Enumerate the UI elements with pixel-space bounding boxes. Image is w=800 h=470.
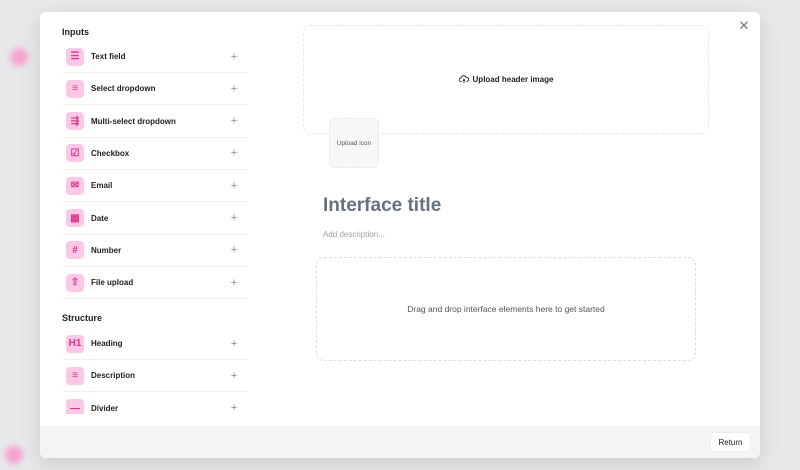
upload-icon: ⇧ <box>66 273 84 292</box>
list-arrow-icon: ⇶ <box>66 112 84 131</box>
plus-icon[interactable]: + <box>228 115 240 127</box>
calendar-icon: ▦ <box>66 209 84 227</box>
list-check-icon: ≡ <box>66 79 84 98</box>
element-label: Checkbox <box>91 148 130 158</box>
plus-icon[interactable]: + <box>228 83 240 95</box>
text-lines-icon: ☰ <box>66 47 84 66</box>
plus-icon[interactable]: + <box>228 277 240 289</box>
mail-icon: ✉ <box>66 176 84 195</box>
structure-heading: Structure <box>62 313 103 323</box>
heading-icon: H1 <box>66 334 84 353</box>
element-label: Multi-select dropdown <box>91 116 176 126</box>
interface-title-input[interactable]: Interface title <box>323 195 441 217</box>
plus-icon[interactable]: + <box>228 338 240 350</box>
plus-icon[interactable]: + <box>228 370 240 382</box>
element-label: Number <box>91 245 122 255</box>
modal-footer: Return <box>40 426 760 458</box>
element-item-file-upload[interactable]: ⇧ File upload + <box>62 267 248 300</box>
elements-panel[interactable]: Inputs ☰ Text field + ≡ Select dropdown + ⇶ Mul… <box>62 12 248 414</box>
element-item-divider[interactable]: — Divider + <box>62 393 248 414</box>
element-label: Text field <box>91 52 126 61</box>
element-item-number[interactable]: # Number + <box>62 235 248 267</box>
element-label: Divider <box>91 403 119 413</box>
interface-builder-modal: ✕ Inputs ☰ Text field + ≡ Select dropdown + ⇶ M… <box>40 12 760 458</box>
plus-icon[interactable]: + <box>228 212 240 224</box>
element-item-email[interactable]: ✉ Email + <box>62 170 248 203</box>
close-icon[interactable]: ✕ <box>736 18 752 34</box>
description-input[interactable]: Add description... <box>323 230 385 239</box>
plus-icon[interactable]: + <box>228 147 240 159</box>
upload-header-label: Upload header image <box>472 75 554 84</box>
element-label: Description <box>91 371 136 381</box>
plus-icon[interactable]: + <box>228 402 240 414</box>
upload-icon-label: Upload icon <box>336 139 372 147</box>
element-item-checkbox[interactable]: ☑ Checkbox + <box>62 138 248 170</box>
checkbox-icon: ☑ <box>66 144 84 163</box>
element-label: Heading <box>91 339 123 348</box>
element-item-date[interactable]: ▦ Date + <box>62 203 248 235</box>
minus-icon: — <box>66 399 84 414</box>
element-label: Email <box>91 181 113 191</box>
cloud-upload-icon <box>458 75 469 83</box>
plus-icon[interactable]: + <box>228 244 240 256</box>
plus-icon[interactable]: + <box>228 180 240 192</box>
element-label: Date <box>91 213 109 223</box>
plus-icon[interactable]: + <box>228 51 240 63</box>
element-item-description[interactable]: ≡ Description + <box>62 360 248 393</box>
element-label: File upload <box>91 278 134 288</box>
drop-zone-text: Drag and drop interface elements here to… <box>407 304 605 314</box>
element-item-select-dropdown[interactable]: ≡ Select dropdown + <box>62 73 248 106</box>
hash-icon: # <box>66 241 84 260</box>
element-label: Select dropdown <box>91 84 156 94</box>
element-item-text-field[interactable]: ☰ Text field + <box>62 41 248 73</box>
background-blur <box>5 446 23 464</box>
element-item-multi-select-dropdown[interactable]: ⇶ Multi-select dropdown + <box>62 106 248 138</box>
background-blur <box>10 48 28 66</box>
element-item-heading[interactable]: H1 Heading + <box>62 328 248 360</box>
inputs-heading: Inputs <box>62 27 89 37</box>
align-left-icon: ≡ <box>66 366 84 385</box>
upload-icon-button[interactable]: Upload icon <box>329 118 379 168</box>
return-button[interactable]: Return <box>710 432 751 452</box>
drop-zone[interactable]: Drag and drop interface elements here to… <box>316 257 696 361</box>
